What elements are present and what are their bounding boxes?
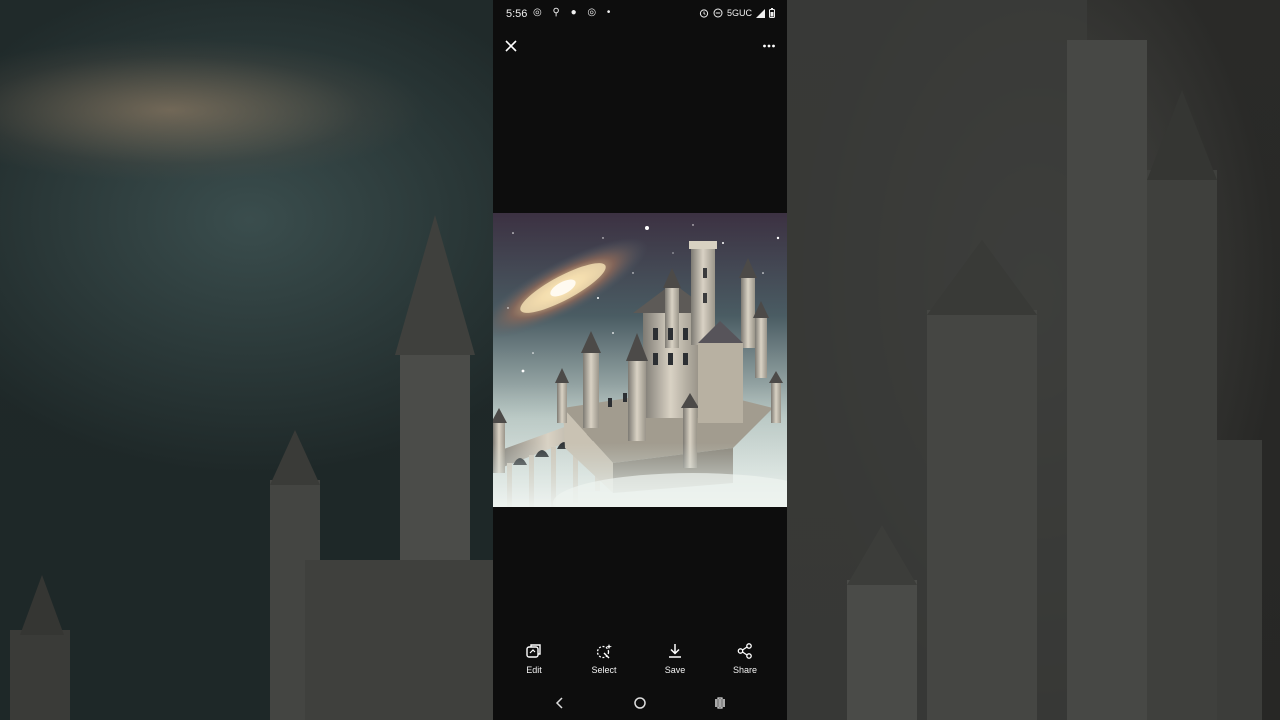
close-button[interactable] [502, 37, 520, 55]
action-bar: Edit Select Save Share [493, 642, 787, 682]
status-time: 5:56 [506, 8, 528, 20]
more-vert-icon [763, 44, 775, 48]
network-type: 5GUC [726, 8, 752, 18]
status-right-group: 5GUC [699, 8, 775, 18]
recents-icon [715, 697, 725, 709]
battery-icon [769, 8, 775, 18]
notification-icons: ◎ ⚲ ● ◎ • [533, 7, 615, 18]
dnd-icon [713, 8, 723, 18]
more-options-button[interactable] [760, 37, 778, 55]
background-right-panel [787, 0, 1280, 720]
select-label: Select [591, 665, 617, 675]
photo-view[interactable] [493, 213, 787, 507]
home-icon [634, 697, 646, 709]
edit-button[interactable]: Edit [504, 642, 564, 682]
download-icon [669, 644, 681, 658]
select-icon [596, 644, 612, 659]
share-label: Share [732, 665, 758, 675]
share-button[interactable]: Share [715, 642, 775, 682]
edit-icon [526, 644, 541, 658]
nav-back-button[interactable] [550, 694, 570, 712]
nav-recents-button[interactable] [710, 694, 730, 712]
share-icon [737, 643, 752, 659]
signal-icon [756, 8, 765, 18]
castle-galaxy-image [493, 213, 787, 507]
select-button[interactable]: Select [574, 642, 634, 682]
background-left-panel [0, 0, 495, 720]
save-button[interactable]: Save [645, 642, 705, 682]
status-bar: 5:56 ◎ ⚲ ● ◎ • 5GUC [493, 0, 787, 30]
edit-label: Edit [526, 665, 542, 675]
back-icon [555, 697, 563, 709]
nav-home-button[interactable] [630, 694, 650, 712]
phone-screen: 5:56 ◎ ⚲ ● ◎ • 5GUC Edit Select Save Sha… [493, 0, 787, 720]
save-label: Save [664, 665, 686, 675]
close-icon [505, 40, 517, 52]
system-nav-bar [493, 690, 787, 716]
alarm-icon [699, 9, 709, 18]
